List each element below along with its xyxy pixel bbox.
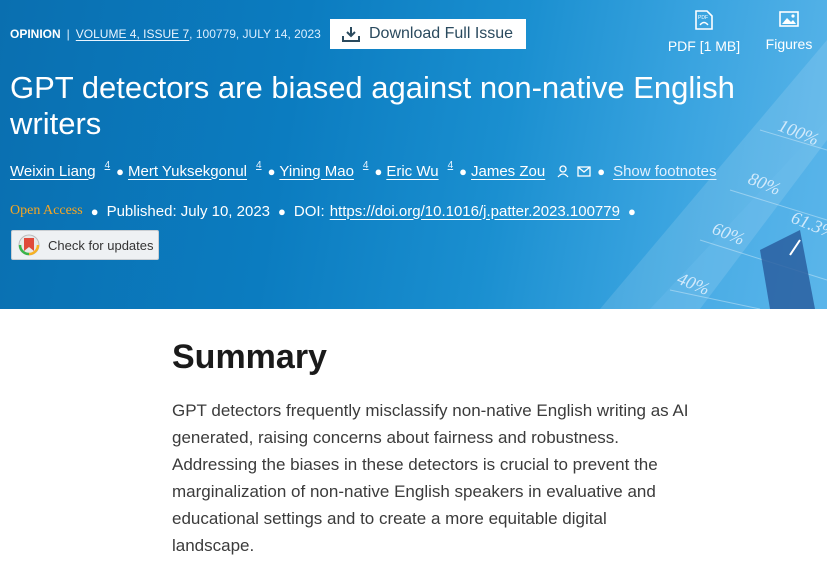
meta-separator: |: [66, 27, 70, 41]
author-name[interactable]: James Zou: [471, 163, 545, 180]
check-for-updates-button[interactable]: Check for updates: [11, 230, 159, 260]
author-footnote-ref[interactable]: 4: [363, 160, 369, 171]
author-name[interactable]: Eric Wu: [386, 163, 438, 180]
article-meta-bar: OPINION | VOLUME 4, ISSUE 7 , 100779, JU…: [10, 27, 321, 41]
author-name[interactable]: Yining Mao: [279, 163, 354, 180]
author-footnote-ref[interactable]: 4: [256, 160, 262, 171]
publication-meta: Open Access ● Published: July 10, 2023 ●…: [10, 202, 636, 220]
summary-text: GPT detectors frequently misclassify non…: [172, 401, 689, 555]
show-footnotes-link[interactable]: Show footnotes: [613, 163, 716, 180]
doi-label: DOI:: [293, 202, 325, 220]
pdf-label: PDF [1 MB]: [667, 38, 741, 54]
pdf-icon: PDF: [695, 10, 713, 30]
download-label: Download Full Issue: [369, 25, 514, 42]
author-footnote-ref[interactable]: 4: [448, 160, 454, 171]
download-full-issue-button[interactable]: Download Full Issue: [330, 19, 526, 49]
article-info: , 100779, JULY 14, 2023: [189, 27, 321, 41]
svg-text:PDF: PDF: [698, 15, 708, 21]
email-icon[interactable]: [577, 165, 591, 177]
image-icon: [779, 11, 799, 27]
doi-link[interactable]: https://doi.org/10.1016/j.patter.2023.10…: [330, 203, 620, 220]
person-icon: [557, 164, 569, 177]
author-name[interactable]: Weixin Liang: [10, 163, 96, 180]
volume-issue-link[interactable]: VOLUME 4, ISSUE 7: [76, 27, 189, 41]
open-access-badge: Open Access: [10, 203, 83, 218]
figures-label: Figures: [765, 36, 813, 52]
pdf-download-link[interactable]: PDF PDF [1 MB]: [664, 8, 744, 54]
published-date: Published: July 10, 2023: [106, 202, 271, 220]
author-list: Weixin Liang 4 ● Mert Yuksekgonul 4 ● Yi…: [10, 159, 717, 180]
figures-link[interactable]: Figures: [760, 8, 818, 52]
article-header-banner: 100% 80% 60% 40% 61.3% OPINION | VOLUME …: [0, 0, 827, 309]
crossmark-icon: [18, 234, 40, 256]
download-icon: [342, 27, 360, 42]
summary-heading: Summary: [172, 338, 327, 376]
author-name[interactable]: Mert Yuksekgonul: [128, 163, 247, 180]
author-footnote-ref[interactable]: 4: [105, 160, 111, 171]
article-type: OPINION: [10, 27, 61, 41]
check-updates-label: Check for updates: [48, 237, 154, 253]
article-title: GPT detectors are biased against non-nat…: [10, 70, 735, 141]
